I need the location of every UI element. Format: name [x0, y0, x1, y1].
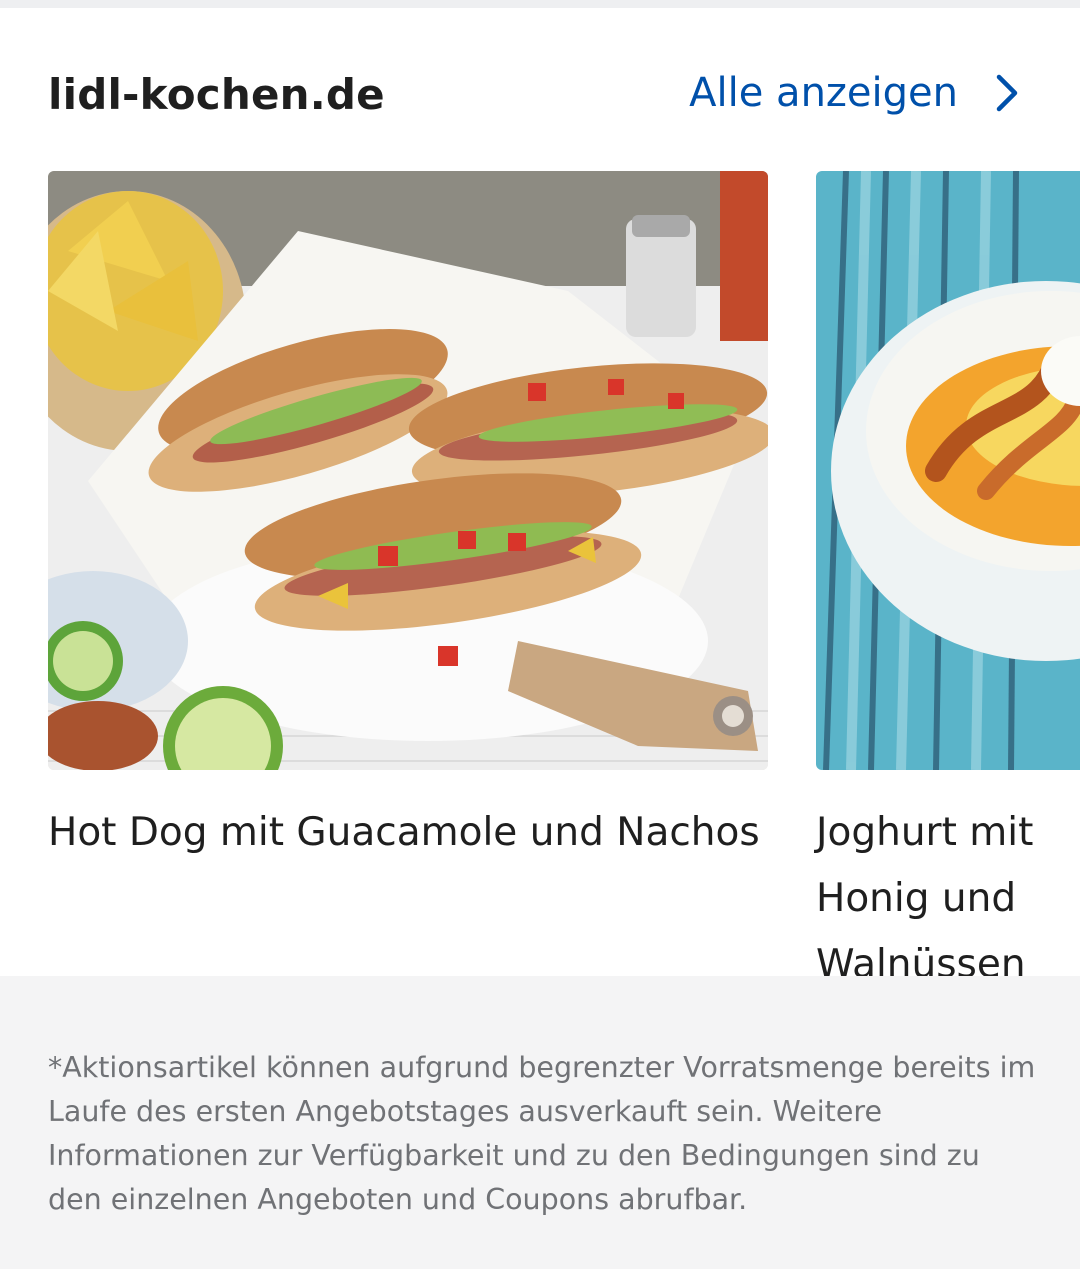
- top-divider: [0, 0, 1080, 8]
- footer: *Aktionsartikel können aufgrund begrenzt…: [0, 976, 1080, 1269]
- recipes-section: lidl-kochen.de Alle anzeigen Hot Dog mit…: [0, 8, 1080, 976]
- show-all-link[interactable]: Alle anzeigen: [689, 70, 1022, 116]
- recipe-title: Joghurt mit Honig und Walnüssen: [816, 810, 1034, 976]
- hot-dog-photo[interactable]: [48, 171, 768, 770]
- show-all-label: Alle anzeigen: [689, 70, 958, 116]
- section-title: lidl-kochen.de: [48, 70, 385, 119]
- disclaimer-text: *Aktionsartikel können aufgrund begrenzt…: [48, 1051, 1036, 1216]
- yogurt-bowl-photo[interactable]: [816, 171, 1080, 770]
- recipe-card-hot-dog[interactable]: Hot Dog mit Guacamole und Nachos: [48, 171, 768, 866]
- chevron-right-icon: [992, 73, 1022, 113]
- recipe-card-yogurt[interactable]: Joghurt mit Honig und Walnüssen: [816, 171, 1080, 976]
- recipe-title: Hot Dog mit Guacamole und Nachos: [48, 810, 760, 855]
